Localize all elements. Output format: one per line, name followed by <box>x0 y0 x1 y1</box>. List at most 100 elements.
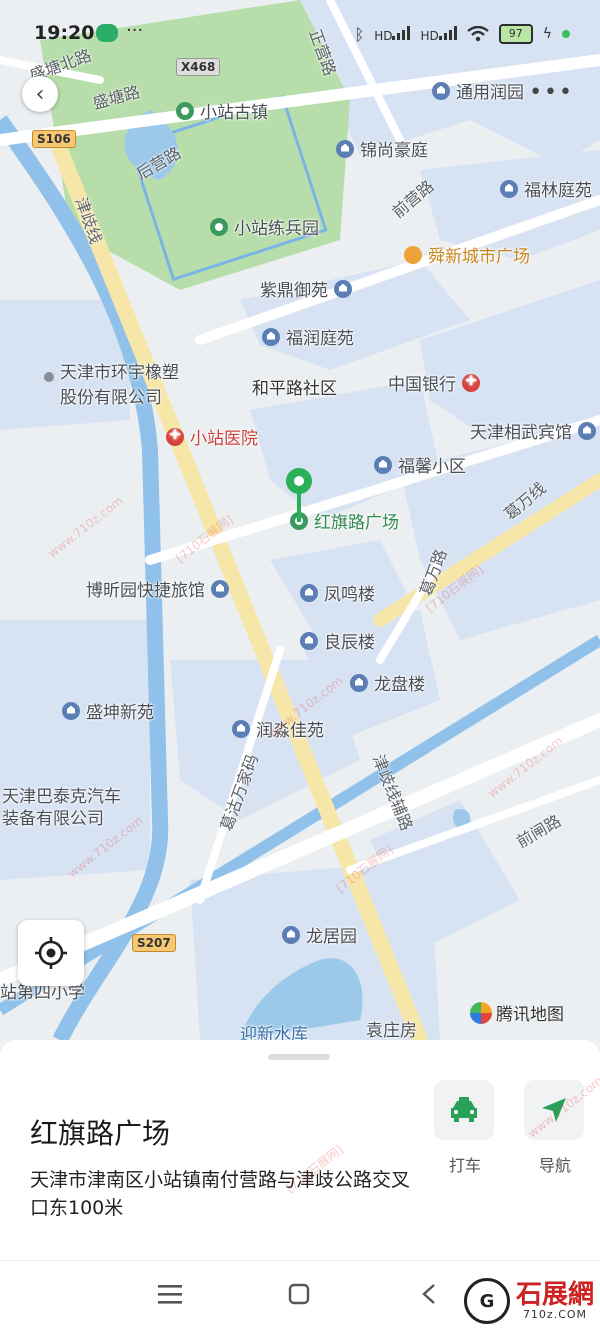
signal-label: HD <box>420 28 439 43</box>
poi-label: 通用润园 <box>456 83 524 103</box>
poi-ziding-yuyuan[interactable]: 紫鼎御苑 <box>260 276 352 301</box>
residence-icon <box>62 701 80 720</box>
sheet-drag-handle[interactable] <box>268 1054 330 1060</box>
back-button[interactable]: ‹ <box>22 76 58 112</box>
poi-xiangwu-hotel[interactable]: 天津相武宾馆 <box>470 418 596 443</box>
map-view[interactable]: 盛塘北路 盛塘路 后营路 正营路 前营路 津歧线 葛万线 葛万路 葛沽万家码 津… <box>0 0 600 1040</box>
poi-tongyong-runyuan[interactable]: 通用润园 <box>432 78 524 103</box>
poi-label: 龙居园 <box>306 927 357 947</box>
poi-furun-tingyuan[interactable]: 福润庭苑 <box>262 324 354 349</box>
attraction-icon <box>210 217 228 236</box>
more-dots-icon: ••• <box>529 80 574 105</box>
poi-boxinyuan-hotel[interactable]: 博昕园快捷旅馆 <box>86 576 229 601</box>
poi-label: 紫鼎御苑 <box>260 281 328 301</box>
poi-fuxin-xiaoqu[interactable]: 福馨小区 <box>374 452 466 477</box>
charging-icon: ϟ <box>542 26 552 42</box>
poi-label: 盛坤新苑 <box>86 703 154 723</box>
watermark-brand-logo: G 石展網 710z.COM <box>463 1278 594 1324</box>
poi-label: 中国银行 <box>388 375 456 395</box>
poi-bank-of-china[interactable]: 中国银行 <box>388 370 480 395</box>
poi-liangchen-lou[interactable]: 良辰楼 <box>300 628 375 653</box>
place-detail-sheet[interactable]: 红旗路广场 天津市津南区小站镇南付营路与津歧公路交叉口东100米 打车 导航 [… <box>0 1040 600 1260</box>
map-provider-label: 腾讯地图 <box>496 1005 564 1025</box>
poi-label: 福润庭苑 <box>286 329 354 349</box>
area-huanyu-rubber[interactable]: 天津市环宇橡塑 股份有限公司 <box>44 358 179 408</box>
battery-icon: 97 <box>498 24 533 44</box>
building-icon <box>350 673 368 692</box>
poi-shengkun-xinyuan[interactable]: 盛坤新苑 <box>62 698 154 723</box>
brand-name: 石展網 <box>515 1279 594 1310</box>
place-address: 天津市津南区小站镇南付营路与津歧公路交叉口东100米 <box>30 1169 411 1219</box>
locate-button[interactable] <box>18 920 84 986</box>
hotel-icon <box>578 421 596 440</box>
back-arrow-icon: ‹ <box>35 81 45 107</box>
road-shield-s207: S207 <box>132 934 176 952</box>
more-button[interactable]: ••• <box>529 80 574 105</box>
poi-label: 天津相武宾馆 <box>470 423 572 443</box>
residence-icon <box>232 719 250 738</box>
status-time: 19:20 <box>34 22 95 44</box>
poi-label: 凤鸣楼 <box>324 585 375 605</box>
residence-icon <box>282 925 300 944</box>
brand-url: 710z.COM <box>522 1307 588 1321</box>
area-heping-community: 和平路社区 <box>252 379 337 399</box>
hospital-icon <box>166 425 184 446</box>
taxi-icon <box>451 1097 477 1122</box>
status-bar: 19:20 ··· ᛒ HD HD 97 ϟ <box>0 0 600 66</box>
status-icons: ᛒ HD HD 97 ϟ <box>355 24 570 44</box>
menu-icon[interactable] <box>158 1283 182 1305</box>
area-label-line2: 装备有限公司 <box>2 809 104 829</box>
back-chevron-icon[interactable] <box>420 1283 438 1305</box>
residence-icon <box>334 279 352 298</box>
poi-xiaozhan-old-town[interactable]: 小站古镇 <box>176 98 268 123</box>
poi-label: 福林庭苑 <box>524 181 592 201</box>
building-icon <box>300 583 318 602</box>
building-icon <box>300 631 318 650</box>
charging-dot <box>562 30 570 38</box>
tencent-map-icon <box>470 1001 492 1024</box>
navigate-button[interactable]: 导航 <box>524 1080 586 1176</box>
navigate-label: 导航 <box>538 1156 571 1175</box>
poi-longpan-lou[interactable]: 龙盘楼 <box>350 670 425 695</box>
residence-icon <box>262 327 280 346</box>
signal-label: HD <box>374 28 393 43</box>
taxi-label: 打车 <box>448 1156 481 1175</box>
navigate-arrow-icon <box>542 1098 566 1122</box>
poi-label: 良辰楼 <box>324 633 375 653</box>
poi-runmiao-jiayuan[interactable]: 润淼佳苑 <box>232 716 324 741</box>
hotel-icon <box>211 579 229 598</box>
poi-xiaozhan-hospital[interactable]: 小站医院 <box>166 424 258 449</box>
brand-mark-icon: G <box>463 1278 510 1324</box>
poi-label: 舜新城市广场 <box>428 247 530 267</box>
poi-xiaozhan-lianbingyuan[interactable]: 小站练兵园 <box>210 214 319 239</box>
residence-icon <box>336 139 354 158</box>
poi-fengming-lou[interactable]: 凤鸣楼 <box>300 580 375 605</box>
poi-label: 小站练兵园 <box>234 219 319 239</box>
map-pin-icon[interactable] <box>284 466 314 526</box>
poi-label: 锦尚豪庭 <box>360 141 428 161</box>
poi-label: 小站医院 <box>190 429 258 449</box>
poi-fulin-tingyuan[interactable]: 福林庭苑 <box>500 176 592 201</box>
bank-icon <box>462 371 480 392</box>
residence-icon <box>374 455 392 474</box>
notification-dots: ··· <box>126 20 144 41</box>
road-shield-s106: S106 <box>32 130 76 148</box>
residence-icon <box>500 179 518 198</box>
shopping-icon <box>404 245 422 264</box>
poi-jinshang-haoting[interactable]: 锦尚豪庭 <box>336 136 428 161</box>
poi-label: 润淼佳苑 <box>256 721 324 741</box>
signal-2-icon: HD <box>420 25 457 43</box>
poi-longju-yuan[interactable]: 龙居园 <box>282 922 357 947</box>
poi-label: 小站古镇 <box>200 103 268 123</box>
taxi-button[interactable]: 打车 <box>434 1080 496 1176</box>
area-label-line1: 天津市环宇橡塑 <box>60 363 179 383</box>
poi-shunxin-plaza[interactable]: 舜新城市广场 <box>404 242 530 267</box>
home-square-icon[interactable] <box>288 1283 310 1305</box>
poi-label: 博昕园快捷旅馆 <box>86 581 205 601</box>
area-yingxin-reservoir: 迎新水库 <box>240 1025 308 1040</box>
poi-label: 福馨小区 <box>398 457 466 477</box>
area-yuanzhuangfang: 袁庄房 <box>366 1021 417 1040</box>
attraction-icon <box>176 101 194 120</box>
company-icon <box>44 372 54 382</box>
map-provider-logo: 腾讯地图 <box>470 1000 564 1025</box>
